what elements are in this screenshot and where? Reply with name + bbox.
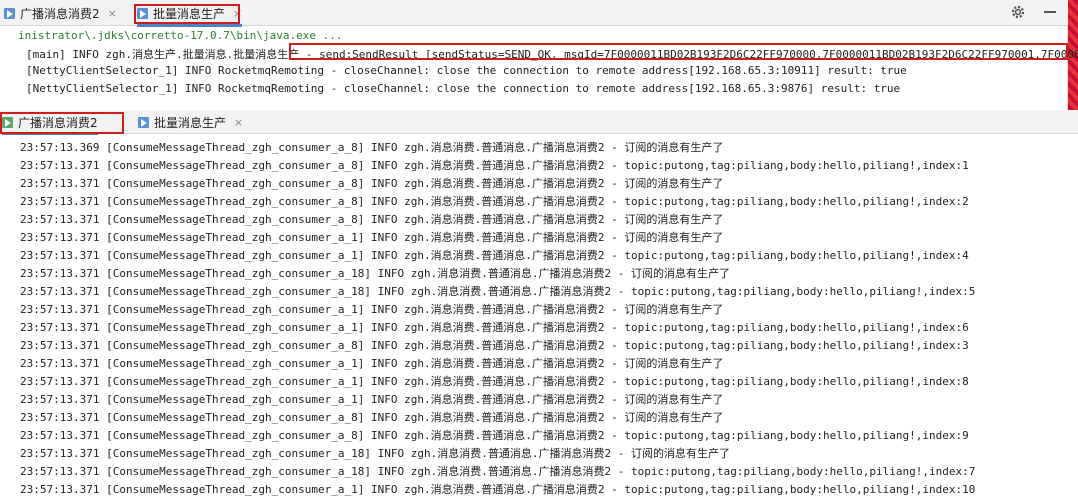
- tab-broadcast-consumer-2[interactable]: 广播消息消费2 ×: [4, 0, 117, 26]
- tab-batch-producer[interactable]: 批量消息生产 ×: [138, 110, 243, 134]
- top-tab-bar: 广播消息消费2 × 批量消息生产 ×: [0, 0, 1068, 27]
- log-line: 23:57:13.371 [ConsumeMessageThread_zgh_c…: [20, 447, 730, 460]
- log-line: 23:57:13.371 [ConsumeMessageThread_zgh_c…: [20, 303, 724, 316]
- minus-icon[interactable]: [1042, 4, 1058, 20]
- log-line: 23:57:13.371 [ConsumeMessageThread_zgh_c…: [20, 375, 969, 388]
- run-panel-bottom: 广播消息消费2 批量消息生产 × 23:57:13.369 [ConsumeMe…: [0, 110, 1078, 500]
- run-icon: [138, 116, 149, 128]
- log-line: 23:57:13.371 [ConsumeMessageThread_zgh_c…: [20, 159, 969, 172]
- log-line: 23:57:13.371 [ConsumeMessageThread_zgh_c…: [20, 249, 969, 262]
- log-line: 23:57:13.371 [ConsumeMessageThread_zgh_c…: [20, 429, 969, 442]
- console-line: inistrator\.jdks\corretto-17.0.7\bin\jav…: [18, 29, 343, 42]
- annotation-box-tab: [134, 4, 240, 24]
- log-line: 23:57:13.369 [ConsumeMessageThread_zgh_c…: [20, 141, 724, 154]
- log-line: 23:57:13.371 [ConsumeMessageThread_zgh_c…: [20, 393, 724, 406]
- panel-actions: [1010, 4, 1058, 20]
- log-line: 23:57:13.371 [ConsumeMessageThread_zgh_c…: [20, 231, 724, 244]
- tab-label: 批量消息生产: [154, 115, 227, 130]
- run-panel-top: 广播消息消费2 × 批量消息生产 × inistrator\.jdks\corr…: [0, 0, 1078, 110]
- log-line: 23:57:13.371 [ConsumeMessageThread_zgh_c…: [20, 195, 969, 208]
- log-line: 23:57:13.371 [ConsumeMessageThread_zgh_c…: [20, 267, 730, 280]
- gear-icon[interactable]: [1010, 4, 1026, 20]
- console-line: [NettyClientSelector_1] INFO RocketmqRem…: [26, 64, 907, 77]
- log-line: 23:57:13.371 [ConsumeMessageThread_zgh_c…: [20, 357, 724, 370]
- console-output-top: inistrator\.jdks\corretto-17.0.7\bin\jav…: [0, 26, 1078, 110]
- annotation-box-tab: [0, 112, 124, 134]
- annotation-box-send-result: [289, 43, 1068, 60]
- log-line: 23:57:13.371 [ConsumeMessageThread_zgh_c…: [20, 321, 969, 334]
- log-line: 23:57:13.371 [ConsumeMessageThread_zgh_c…: [20, 177, 724, 190]
- log-line: 23:57:13.371 [ConsumeMessageThread_zgh_c…: [20, 285, 976, 298]
- console-line: [NettyClientSelector_1] INFO RocketmqRem…: [26, 82, 901, 95]
- tab-label: 广播消息消费2: [20, 6, 100, 21]
- log-line: 23:57:13.371 [ConsumeMessageThread_zgh_c…: [20, 465, 976, 478]
- console-output-bottom: 23:57:13.369 [ConsumeMessageThread_zgh_c…: [0, 134, 1078, 500]
- run-icon: [4, 7, 15, 19]
- close-icon[interactable]: ×: [108, 7, 117, 20]
- log-line: 23:57:13.371 [ConsumeMessageThread_zgh_c…: [20, 411, 724, 424]
- close-icon[interactable]: ×: [234, 116, 243, 129]
- log-line: 23:57:13.371 [ConsumeMessageThread_zgh_c…: [20, 213, 724, 226]
- bottom-tab-bar: 广播消息消费2 批量消息生产 ×: [0, 110, 1078, 135]
- log-line: 23:57:13.371 [ConsumeMessageThread_zgh_c…: [20, 339, 969, 352]
- log-line: 23:57:13.371 [ConsumeMessageThread_zgh_c…: [20, 483, 976, 496]
